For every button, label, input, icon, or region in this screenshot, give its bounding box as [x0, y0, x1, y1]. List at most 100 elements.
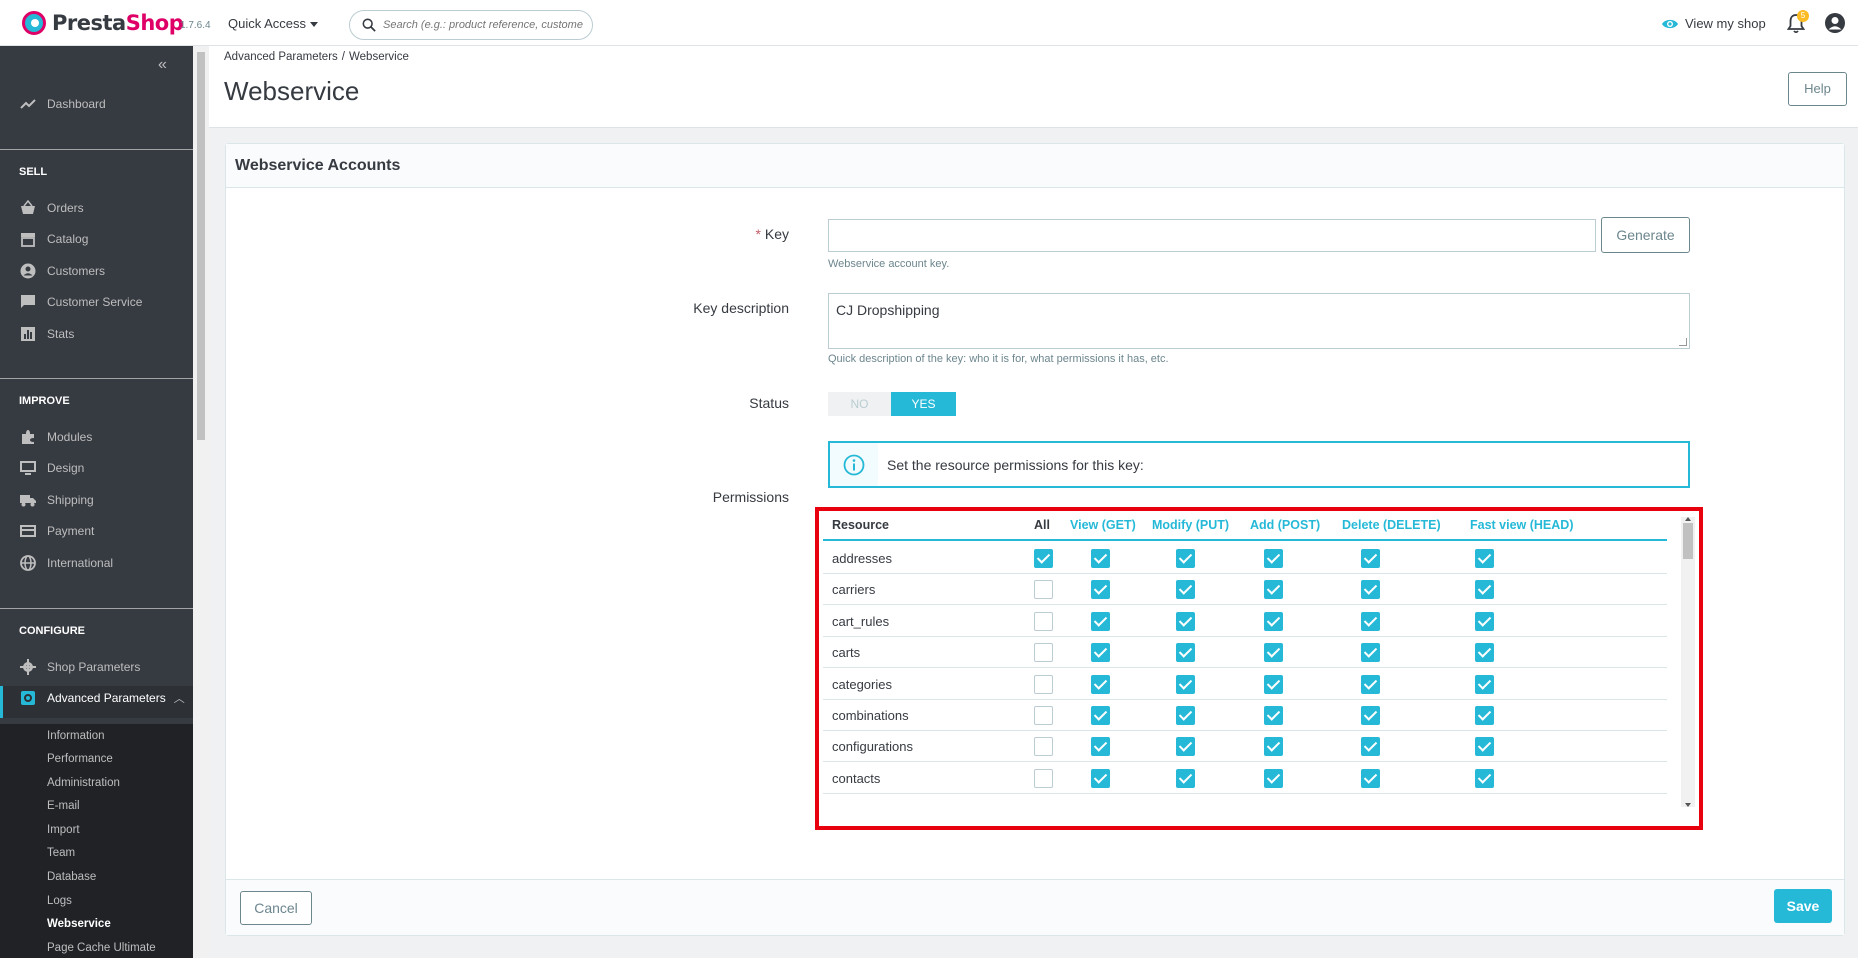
unchecked-checkbox[interactable]	[1034, 674, 1053, 694]
checked-checkbox[interactable]	[1091, 706, 1110, 725]
sidebar-scrollbar[interactable]	[193, 46, 209, 958]
collapse-sidebar-icon[interactable]: «	[158, 56, 167, 74]
checked-checkbox[interactable]	[1176, 580, 1195, 600]
checked-checkbox[interactable]	[1176, 706, 1195, 725]
checked-checkbox[interactable]	[1264, 706, 1283, 725]
column-header-delete[interactable]: Delete (DELETE)	[1342, 518, 1441, 532]
submenu-item-database[interactable]: Database	[47, 871, 96, 883]
unchecked-checkbox[interactable]	[1034, 611, 1053, 631]
unchecked-checkbox[interactable]	[1034, 706, 1053, 725]
checked-checkbox[interactable]	[1264, 643, 1283, 663]
column-header-view-get[interactable]: View (GET)	[1070, 518, 1136, 532]
checked-checkbox[interactable]	[1264, 549, 1283, 568]
column-header-modify-put[interactable]: Modify (PUT)	[1152, 518, 1229, 532]
status-yes-option[interactable]: YES	[891, 392, 956, 416]
checked-checkbox[interactable]	[1176, 737, 1195, 757]
checked-checkbox[interactable]	[1264, 674, 1283, 694]
key-input[interactable]	[828, 219, 1596, 252]
checked-checkbox[interactable]	[1475, 706, 1494, 725]
scroll-down-arrow-icon[interactable]	[1685, 803, 1691, 807]
checked-checkbox[interactable]	[1475, 549, 1494, 568]
checked-checkbox[interactable]	[1264, 611, 1283, 631]
sidebar-item-modules[interactable]: Modules	[20, 429, 92, 445]
sidebar-item-shipping[interactable]: Shipping	[20, 492, 94, 508]
checked-checkbox[interactable]	[1264, 768, 1283, 788]
sidebar-item-payment[interactable]: Payment	[20, 523, 94, 539]
sidebar-item-design[interactable]: Design	[20, 460, 84, 476]
search-box[interactable]	[349, 10, 593, 40]
prestashop-logo[interactable]: PrestaShop	[22, 11, 184, 35]
sidebar-item-shop-parameters[interactable]: Shop Parameters	[20, 659, 140, 675]
search-input[interactable]	[383, 19, 583, 31]
checked-checkbox[interactable]	[1475, 674, 1494, 694]
sidebar-scrollbar-thumb[interactable]	[197, 52, 205, 440]
sidebar-item-international[interactable]: International	[20, 555, 113, 571]
sidebar-item-stats[interactable]: Stats	[20, 326, 74, 342]
submenu-item-logs[interactable]: Logs	[47, 895, 72, 907]
permissions-scrollbar-thumb[interactable]	[1683, 523, 1693, 559]
checked-checkbox[interactable]	[1475, 643, 1494, 663]
checked-checkbox[interactable]	[1361, 737, 1380, 757]
view-my-shop-link[interactable]: View my shop	[1661, 16, 1766, 31]
checked-checkbox[interactable]	[1361, 580, 1380, 600]
column-header-fast-view-head[interactable]: Fast view (HEAD)	[1470, 518, 1574, 532]
checked-checkbox[interactable]	[1091, 611, 1110, 631]
checked-checkbox[interactable]	[1176, 643, 1195, 663]
checked-checkbox[interactable]	[1361, 706, 1380, 725]
sidebar-item-customer-service[interactable]: Customer Service	[20, 294, 142, 310]
checked-checkbox[interactable]	[1091, 768, 1110, 788]
checked-checkbox[interactable]	[1264, 580, 1283, 600]
column-header-add-post[interactable]: Add (POST)	[1250, 518, 1320, 532]
checked-checkbox[interactable]	[1361, 674, 1380, 694]
unchecked-checkbox[interactable]	[1034, 643, 1053, 663]
submenu-item-email[interactable]: E-mail	[47, 800, 80, 812]
submenu-item-webservice[interactable]: Webservice	[47, 918, 111, 930]
permissions-scrollbar[interactable]	[1681, 517, 1695, 807]
checked-checkbox[interactable]	[1034, 549, 1053, 568]
save-button[interactable]: Save	[1774, 889, 1832, 923]
quick-access-dropdown[interactable]: Quick Access	[228, 16, 319, 31]
sidebar-item-orders[interactable]: Orders	[20, 200, 84, 216]
submenu-item-performance[interactable]: Performance	[47, 753, 113, 765]
checked-checkbox[interactable]	[1091, 674, 1110, 694]
checked-checkbox[interactable]	[1091, 737, 1110, 757]
checked-checkbox[interactable]	[1176, 611, 1195, 631]
submenu-item-information[interactable]: Information	[47, 730, 105, 742]
sidebar-item-dashboard[interactable]: Dashboard	[20, 96, 106, 112]
user-avatar-icon[interactable]	[1824, 12, 1846, 34]
checked-checkbox[interactable]	[1091, 643, 1110, 663]
submenu-item-team[interactable]: Team	[47, 847, 75, 859]
breadcrumb-item[interactable]: Advanced Parameters	[224, 51, 338, 63]
generate-button[interactable]: Generate	[1601, 217, 1690, 253]
checked-checkbox[interactable]	[1475, 580, 1494, 600]
sidebar-item-advanced-parameters[interactable]: Advanced Parameters ︿	[20, 690, 185, 706]
checked-checkbox[interactable]	[1475, 611, 1494, 631]
checked-checkbox[interactable]	[1264, 737, 1283, 757]
checked-checkbox[interactable]	[1361, 768, 1380, 788]
submenu-item-administration[interactable]: Administration	[47, 777, 120, 789]
submenu-item-page-cache-ultimate[interactable]: Page Cache Ultimate	[47, 942, 156, 954]
checked-checkbox[interactable]	[1475, 768, 1494, 788]
status-switch[interactable]: NO YES	[828, 392, 956, 416]
checked-checkbox[interactable]	[1091, 549, 1110, 568]
checked-checkbox[interactable]	[1361, 549, 1380, 568]
resize-grip-icon[interactable]	[1679, 338, 1687, 346]
sidebar-item-catalog[interactable]: Catalog	[20, 231, 88, 247]
status-no-option[interactable]: NO	[828, 392, 891, 416]
help-button[interactable]: Help	[1788, 72, 1847, 106]
scroll-up-arrow-icon[interactable]	[1685, 517, 1691, 521]
unchecked-checkbox[interactable]	[1034, 580, 1053, 600]
checked-checkbox[interactable]	[1475, 737, 1494, 757]
checked-checkbox[interactable]	[1176, 674, 1195, 694]
checked-checkbox[interactable]	[1361, 643, 1380, 663]
sidebar-item-customers[interactable]: Customers	[20, 263, 105, 279]
submenu-item-import[interactable]: Import	[47, 824, 80, 836]
unchecked-checkbox[interactable]	[1034, 737, 1053, 757]
key-description-textarea[interactable]: CJ Dropshipping	[828, 293, 1690, 349]
unchecked-checkbox[interactable]	[1034, 768, 1053, 788]
checked-checkbox[interactable]	[1176, 549, 1195, 568]
checked-checkbox[interactable]	[1091, 580, 1110, 600]
cancel-button[interactable]: Cancel	[240, 891, 312, 925]
checked-checkbox[interactable]	[1361, 611, 1380, 631]
breadcrumb-item[interactable]: Webservice	[349, 51, 409, 63]
